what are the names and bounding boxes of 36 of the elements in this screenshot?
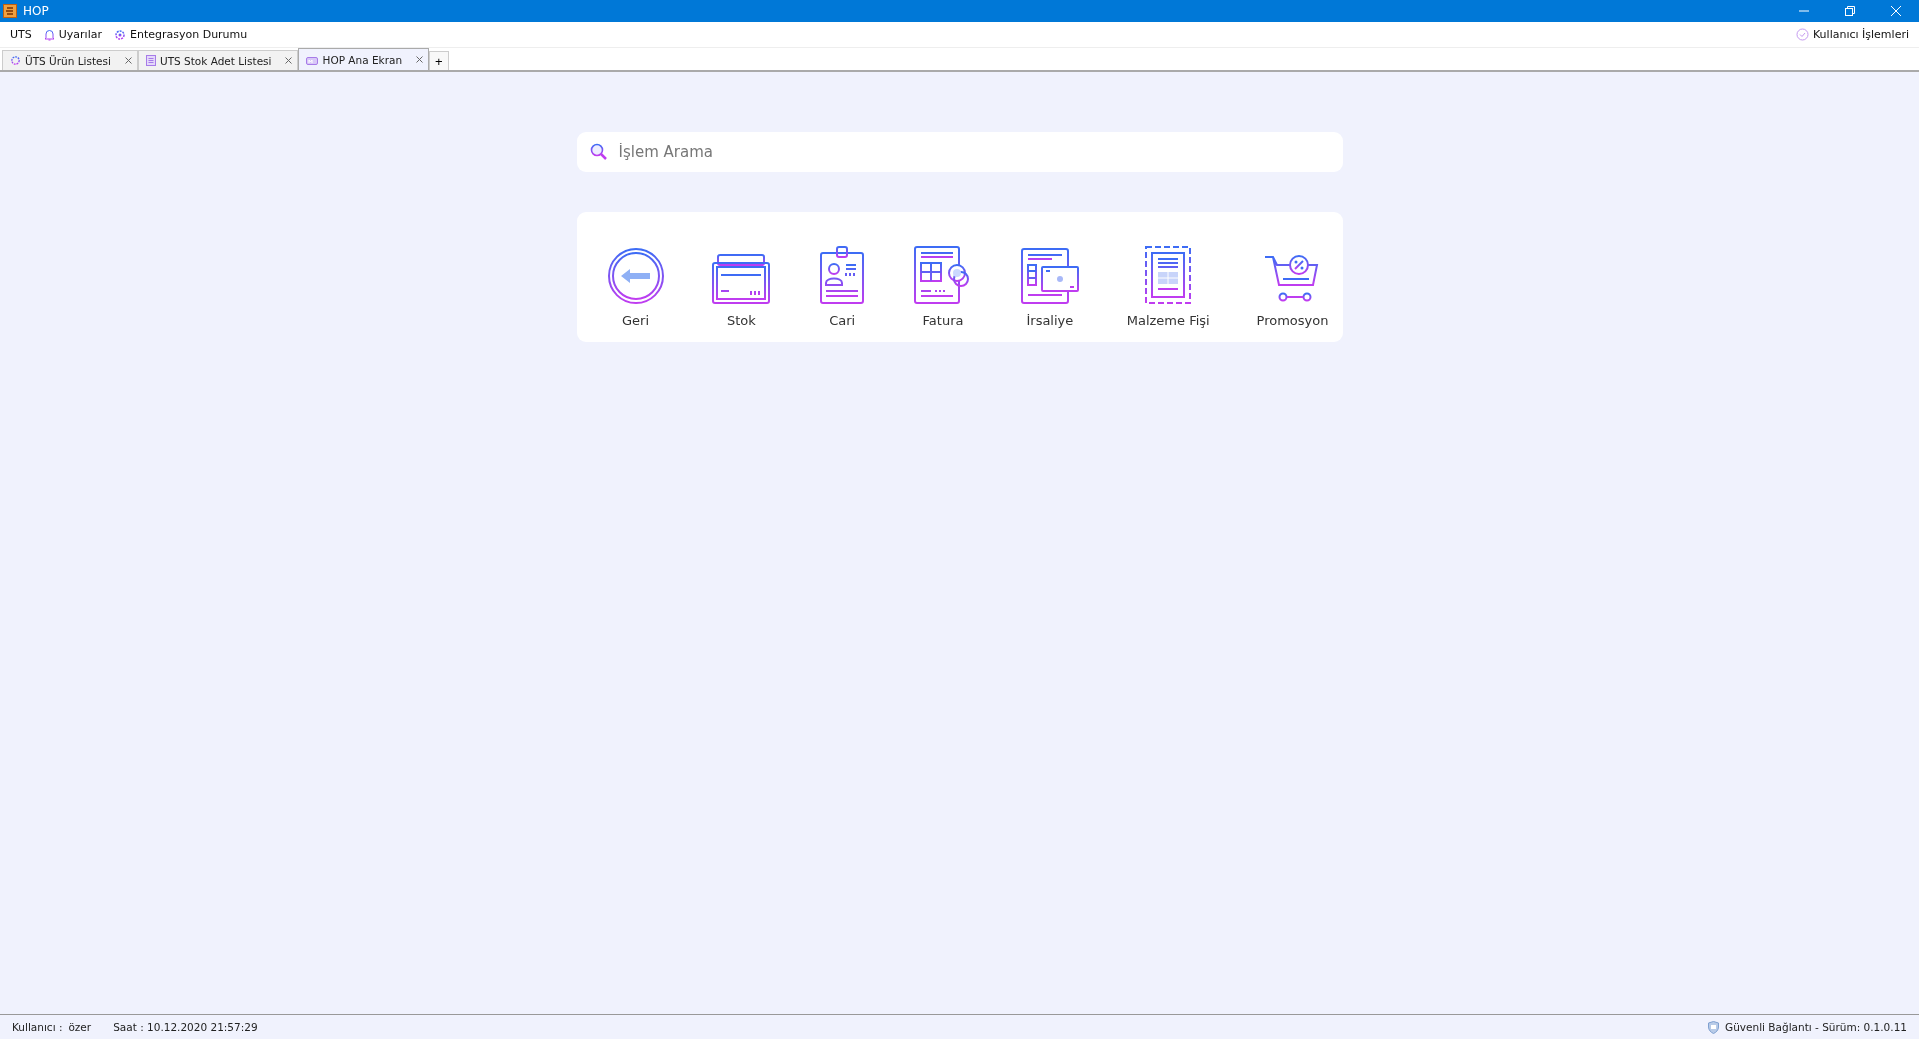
window-title: HOP: [23, 4, 50, 18]
search-field[interactable]: İşlem Arama: [576, 132, 1343, 172]
tab[interactable]: ÜTS Ürün Listesi: [2, 50, 138, 70]
close-icon[interactable]: [416, 56, 424, 63]
dashed-document-icon: [1144, 245, 1193, 305]
shortcut-tile[interactable]: Fatura: [913, 245, 974, 328]
shortcut-tile[interactable]: Malzeme Fişi: [1126, 245, 1210, 328]
menu-item[interactable]: UTS: [6, 28, 36, 41]
shortcut-tile[interactable]: Geri: [606, 247, 665, 328]
app-logo-icon: [3, 4, 17, 18]
list-icon: [145, 55, 156, 66]
user-label: Kullanıcı :: [12, 1021, 63, 1033]
bell-icon: [43, 28, 55, 41]
user-actions-menu[interactable]: Kullanıcı İşlemleri: [1791, 28, 1913, 41]
close-icon[interactable]: [285, 57, 293, 64]
drawer-icon: [711, 251, 772, 305]
tab[interactable]: UTS Stok Adet Listesi: [137, 50, 299, 70]
id-badge-icon: [818, 245, 867, 305]
connection-version-text: Güvenli Bağlantı - Sürüm: 0.1.0.11: [1725, 1021, 1907, 1033]
clock-text: Saat : 10.12.2020 21:57:29: [113, 1021, 258, 1033]
menu-item[interactable]: Uyarılar: [39, 28, 106, 41]
tab[interactable]: HOP Ana Ekran: [298, 48, 430, 70]
gear-icon: [113, 28, 126, 41]
shortcut-tile[interactable]: Stok: [711, 251, 772, 328]
document-banknote-icon: [1019, 247, 1080, 305]
search-icon: [588, 142, 609, 162]
shortcut-tile[interactable]: İrsaliye: [1019, 247, 1080, 328]
check-circle-icon: [1795, 28, 1809, 41]
user-name: özer: [68, 1021, 92, 1033]
new-tab-button[interactable]: +: [429, 51, 449, 70]
shield-icon: [1708, 1020, 1720, 1034]
shortcut-tile[interactable]: Promosyon: [1256, 251, 1329, 328]
shortcut-tile[interactable]: Cari: [818, 245, 867, 328]
close-icon[interactable]: [124, 57, 132, 64]
menu-item[interactable]: Entegrasyon Durumu: [109, 28, 252, 41]
gear-icon: [10, 55, 21, 66]
